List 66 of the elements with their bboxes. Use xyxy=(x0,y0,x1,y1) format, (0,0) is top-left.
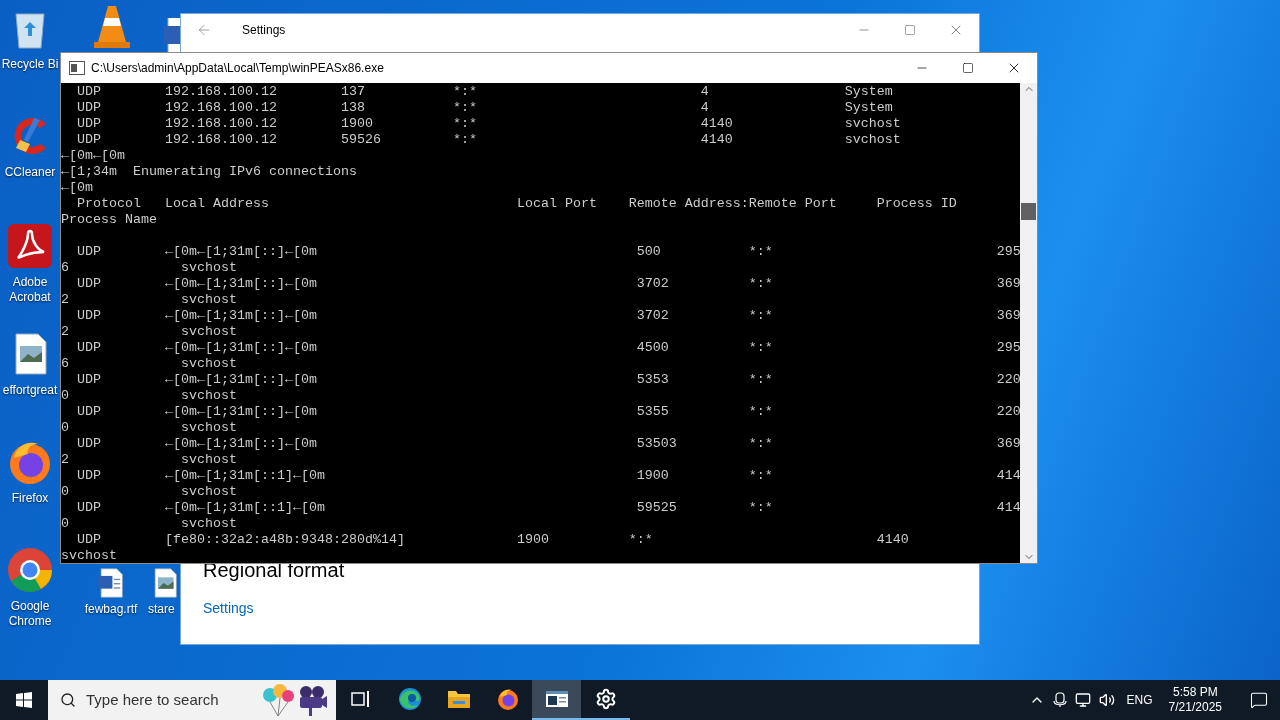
console-line: 0 svchost xyxy=(61,420,237,436)
console-line: UDP ←[0m←[1;31m[::]←[0m 500 *:* 295 xyxy=(76,244,1020,260)
console-line: Protocol Local Address Local Port Remote Address:Remote Port Process ID xyxy=(76,196,957,212)
balloons-camera-drawing xyxy=(260,683,328,717)
firefox-icon xyxy=(495,687,520,711)
console-line: 0 svchost xyxy=(61,484,237,500)
windows-logo-icon xyxy=(16,692,32,708)
console-window-icon xyxy=(544,689,569,709)
pdf-icon xyxy=(6,222,54,270)
console-line: 2 svchost xyxy=(61,324,237,340)
console-line: Process Name xyxy=(61,212,157,228)
console-line: UDP ←[0m←[1;31m[::1]←[0m 59525 *:* 414 xyxy=(76,500,1020,516)
console-line: UDP ←[0m←[1;31m[::]←[0m 5355 *:* 220 xyxy=(76,404,1020,420)
search-input[interactable]: Type here to search xyxy=(86,688,246,712)
console-line: 0 svchost xyxy=(61,516,237,532)
console-line: ←[0m xyxy=(61,180,93,196)
console-line: UDP 192.168.100.12 1900 *:* 4140 svchost xyxy=(76,116,901,132)
scrollbar-thumb[interactable] xyxy=(1021,203,1036,220)
window-title: C:\Users\admin\AppData\Local\Temp\winPEASx86.exe xyxy=(91,60,384,77)
console-line: UDP ←[0m←[1;31m[::]←[0m 3702 *:* 369 xyxy=(76,308,1020,324)
notifications-icon[interactable] xyxy=(1250,691,1268,709)
console-window-icon xyxy=(69,61,85,75)
network-icon[interactable] xyxy=(1074,692,1091,708)
section-heading: Regional format xyxy=(203,558,345,583)
desktop-icon-label: Adobe Acrobat xyxy=(8,275,52,305)
desktop-icon-label: CCleaner xyxy=(4,165,56,180)
window-title: Settings xyxy=(242,22,286,39)
console-line: 2 svchost xyxy=(61,452,237,468)
console-line: UDP 192.168.100.12 138 *:* 4 System xyxy=(76,100,893,116)
desktop-icon-label: Google Chrome xyxy=(7,599,53,629)
console-line: UDP 192.168.100.12 59526 *:* 4140 svchost xyxy=(76,132,901,148)
taskbar-button[interactable] xyxy=(532,680,581,720)
desktop-icon[interactable] xyxy=(164,18,180,52)
console-line: ←[0m←[0m xyxy=(61,148,125,164)
maximize-icon xyxy=(904,24,916,36)
settings-icon xyxy=(594,688,617,710)
search-icon xyxy=(60,692,76,708)
console-line: 6 svchost xyxy=(61,356,237,372)
console-line: 6 svchost xyxy=(61,260,237,276)
console-line: UDP ←[0m←[1;31m[::]←[0m 5353 *:* 220 xyxy=(76,372,1020,388)
desktop-icon-label: Firefox xyxy=(11,491,49,506)
console-line: ←[1;34m Enumerating IPv6 connections xyxy=(61,164,357,180)
desktop-icon-label: stare xyxy=(148,602,175,617)
edge-icon xyxy=(397,687,422,711)
desktop-icon-label: Recycle Bi xyxy=(1,57,59,72)
task-view-icon xyxy=(350,690,371,708)
chrome-icon xyxy=(6,546,54,594)
console-line: 2 svchost xyxy=(61,292,237,308)
console-line: 0 svchost xyxy=(61,388,237,404)
console-line: UDP ←[0m←[1;31m[::]←[0m 53503 *:* 369 xyxy=(76,436,1020,452)
volume-icon[interactable] xyxy=(1098,692,1115,708)
folder-icon xyxy=(446,689,471,709)
console-line: UDP 192.168.100.12 137 *:* 4 System xyxy=(76,84,893,100)
console-line: UDP ←[0m←[1;31m[::]←[0m 4500 *:* 295 xyxy=(76,340,1020,356)
console-line: UDP ←[0m←[1;31m[::1]←[0m 1900 *:* 414 xyxy=(76,468,1020,484)
desktop-icon-label: effortgreat xyxy=(2,383,58,398)
search-box[interactable]: Type here to search xyxy=(48,680,336,720)
settings-link[interactable]: Settings xyxy=(203,598,254,618)
console-line: svchost xyxy=(61,548,117,563)
maximize-icon xyxy=(962,62,974,74)
language-indicator[interactable]: ENG xyxy=(1126,691,1153,709)
clock[interactable]: 5:58 PM 7/21/2025 xyxy=(1168,685,1222,715)
scrollbar[interactable] xyxy=(1020,83,1037,563)
console-line: UDP ←[0m←[1;31m[::]←[0m 3702 *:* 369 xyxy=(76,276,1020,292)
desktop-icon-label: fewbag.rtf xyxy=(84,602,138,617)
console-line: UDP [fe80::32a2:a48b:9348:280d%14] 1900 *:* 4140 xyxy=(76,532,909,548)
